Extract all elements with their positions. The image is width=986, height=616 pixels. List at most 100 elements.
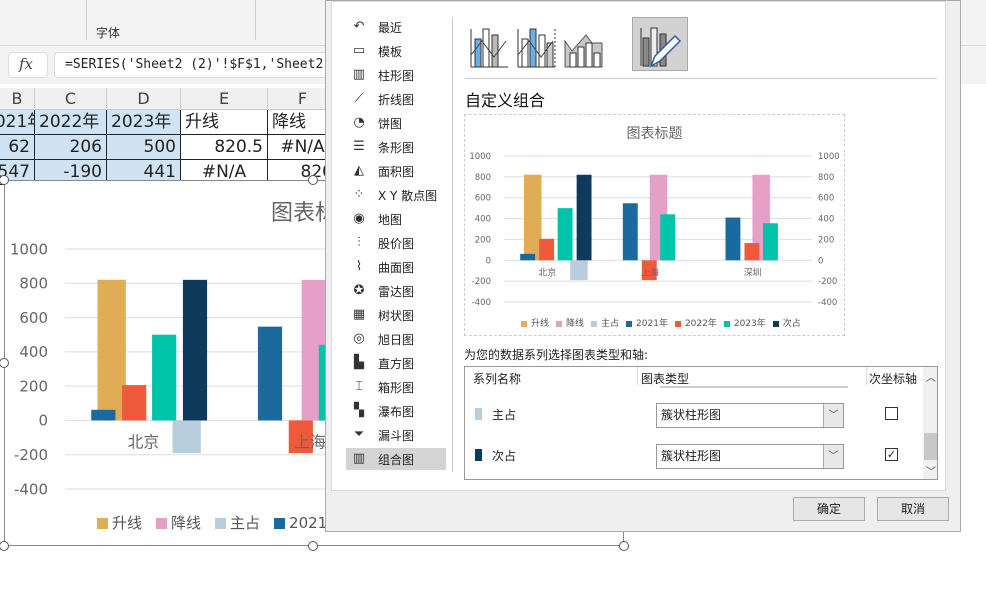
nav-item[interactable]: ◎ 旭日图: [346, 328, 446, 350]
resize-handle[interactable]: [0, 541, 9, 551]
resize-handle[interactable]: [308, 541, 318, 551]
legend-item[interactable]: 2023年: [723, 316, 766, 329]
nav-item[interactable]: ▭ 模板: [346, 40, 446, 62]
legend-item[interactable]: 2021年: [626, 316, 668, 329]
scrollbar[interactable]: ︿ ﹀: [923, 367, 937, 479]
bar-升线-北京[interactable]: [97, 279, 126, 421]
legend-item[interactable]: 主占: [215, 512, 260, 533]
nav-item[interactable]: ✪ 雷达图: [346, 280, 446, 302]
y-tick-label: 200: [19, 377, 48, 395]
bar-2022年-北京[interactable]: [539, 238, 555, 261]
y2-tick-label: 800: [818, 173, 834, 183]
stock-chart-icon: ⫶: [357, 235, 361, 250]
column-header-e[interactable]: E: [181, 88, 268, 110]
legend-item[interactable]: 主占: [591, 316, 619, 329]
bar-2023年-深圳[interactable]: [762, 223, 778, 261]
nav-item[interactable]: ☰ 条形图: [346, 136, 446, 158]
chevron-down-icon[interactable]: ﹀: [823, 404, 843, 427]
bar-2023年-北京[interactable]: [152, 334, 177, 421]
cell[interactable]: 2021年: [0, 110, 35, 135]
bar-升线-北京[interactable]: [524, 174, 542, 261]
custom-combination-button[interactable]: [632, 17, 688, 71]
y-tick-label: 0: [38, 412, 48, 430]
formula-input[interactable]: =SERIES('Sheet2 (2)'!$F$1,'Sheet2 (2)'!$…: [54, 52, 354, 78]
y-tick-label: 0: [486, 256, 491, 266]
legend-label: 降线: [566, 319, 585, 329]
column-header-b[interactable]: B: [0, 88, 35, 110]
bar-2023年-北京[interactable]: [557, 208, 573, 261]
y-tick-label: -400: [14, 480, 48, 498]
legend-item[interactable]: 降线: [556, 316, 584, 329]
insert-function-button[interactable]: fx: [8, 52, 48, 78]
y2-tick-label: 200: [818, 235, 834, 245]
legend-swatch: [674, 320, 681, 327]
bar-2021年-北京[interactable]: [91, 409, 116, 421]
nav-item[interactable]: ⫶ 股价图: [346, 232, 446, 254]
nav-item[interactable]: ◉ 地图: [346, 208, 446, 230]
secondary-axis-checkbox[interactable]: ✓: [885, 448, 898, 461]
combo-column-line-secondary-button[interactable]: [515, 17, 565, 71]
bar-2022年-深圳[interactable]: [744, 243, 760, 261]
nav-item-label: 折线图: [378, 92, 415, 107]
bar-2023年-上海[interactable]: [660, 214, 676, 261]
nav-item[interactable]: ▥ 组合图: [346, 448, 446, 470]
legend-item[interactable]: 2022年: [674, 316, 717, 329]
combo-clustered-column-line-button[interactable]: [468, 17, 518, 71]
nav-item[interactable]: ▚ 瀑布图: [346, 400, 446, 422]
nav-item[interactable]: ⏷ 漏斗图: [346, 424, 446, 446]
ok-button[interactable]: 确定: [793, 497, 865, 521]
chart-type-dropdown[interactable]: 簇状柱形图 ﹀: [656, 444, 844, 469]
nav-item-label: 漏斗图: [378, 428, 415, 443]
category-label: 北京: [128, 432, 160, 451]
nav-item[interactable]: ⁘ X Y 散点图: [346, 184, 446, 206]
bar-2021年-上海[interactable]: [622, 203, 638, 261]
scrollbar-thumb[interactable]: [924, 433, 937, 460]
scroll-down-icon[interactable]: ﹀: [926, 463, 936, 478]
nav-item[interactable]: ⌶ 箱形图: [346, 376, 446, 398]
cell[interactable]: 820.5: [181, 135, 268, 160]
bar-次占-北京[interactable]: [182, 279, 208, 421]
legend-item[interactable]: 次占: [772, 316, 801, 329]
legend-item[interactable]: 升线: [521, 316, 549, 329]
legend-item[interactable]: 降线: [156, 512, 201, 533]
nav-item[interactable]: ⌇ 曲面图: [346, 256, 446, 278]
cell[interactable]: 2022年: [35, 110, 107, 135]
bar-2021年-深圳[interactable]: [725, 217, 741, 261]
series-table: 系列名称 图表类型 次坐标轴 主占 簇状柱形图 ﹀ 次占 簇状柱形图 ﹀ ✓ ︿ ﹀: [464, 366, 938, 480]
nav-item[interactable]: ▥ 柱形图: [346, 64, 446, 86]
chart-type-dropdown[interactable]: 簇状柱形图 ﹀: [656, 403, 844, 428]
nav-item[interactable]: ◔ 饼图: [346, 112, 446, 134]
cell[interactable]: 206: [35, 135, 107, 160]
bar-主占-北京[interactable]: [172, 420, 201, 453]
nav-item-label: 最近: [378, 20, 403, 35]
legend-item[interactable]: 升线: [97, 512, 142, 533]
legend-label: 主占: [601, 319, 620, 329]
y-tick-label: 800: [475, 173, 491, 183]
combo-area-column-button[interactable]: [562, 17, 612, 71]
bar-次占-北京[interactable]: [576, 174, 592, 261]
nav-item[interactable]: ↶ 最近: [346, 16, 446, 38]
column-header-d[interactable]: D: [107, 88, 181, 110]
bar-2021年-上海[interactable]: [257, 326, 283, 421]
secondary-axis-checkbox[interactable]: [885, 407, 898, 420]
nav-item[interactable]: ▦ 树状图: [346, 304, 446, 326]
legend-swatch: [626, 320, 633, 327]
cell[interactable]: 500: [107, 135, 181, 160]
y2-tick-label: -400: [818, 298, 837, 308]
category-label: 北京: [538, 267, 556, 279]
bar-2022年-北京[interactable]: [122, 385, 147, 421]
bar-2021年-北京[interactable]: [520, 253, 536, 261]
scroll-up-icon[interactable]: ︿: [926, 369, 936, 384]
resize-handle[interactable]: [619, 541, 629, 551]
cell[interactable]: 62: [0, 135, 35, 160]
chevron-down-icon[interactable]: ﹀: [823, 445, 843, 468]
cancel-button[interactable]: 取消: [877, 497, 949, 521]
cell[interactable]: 升线: [181, 110, 268, 135]
cell[interactable]: 2023年: [107, 110, 181, 135]
resize-handle[interactable]: [308, 175, 318, 185]
nav-item[interactable]: ▙ 直方图: [346, 352, 446, 374]
nav-item[interactable]: ◭ 面积图: [346, 160, 446, 182]
column-header-c[interactable]: C: [35, 88, 107, 110]
nav-item[interactable]: ⟋ 折线图: [346, 88, 446, 110]
bar-主占-北京[interactable]: [570, 260, 588, 281]
